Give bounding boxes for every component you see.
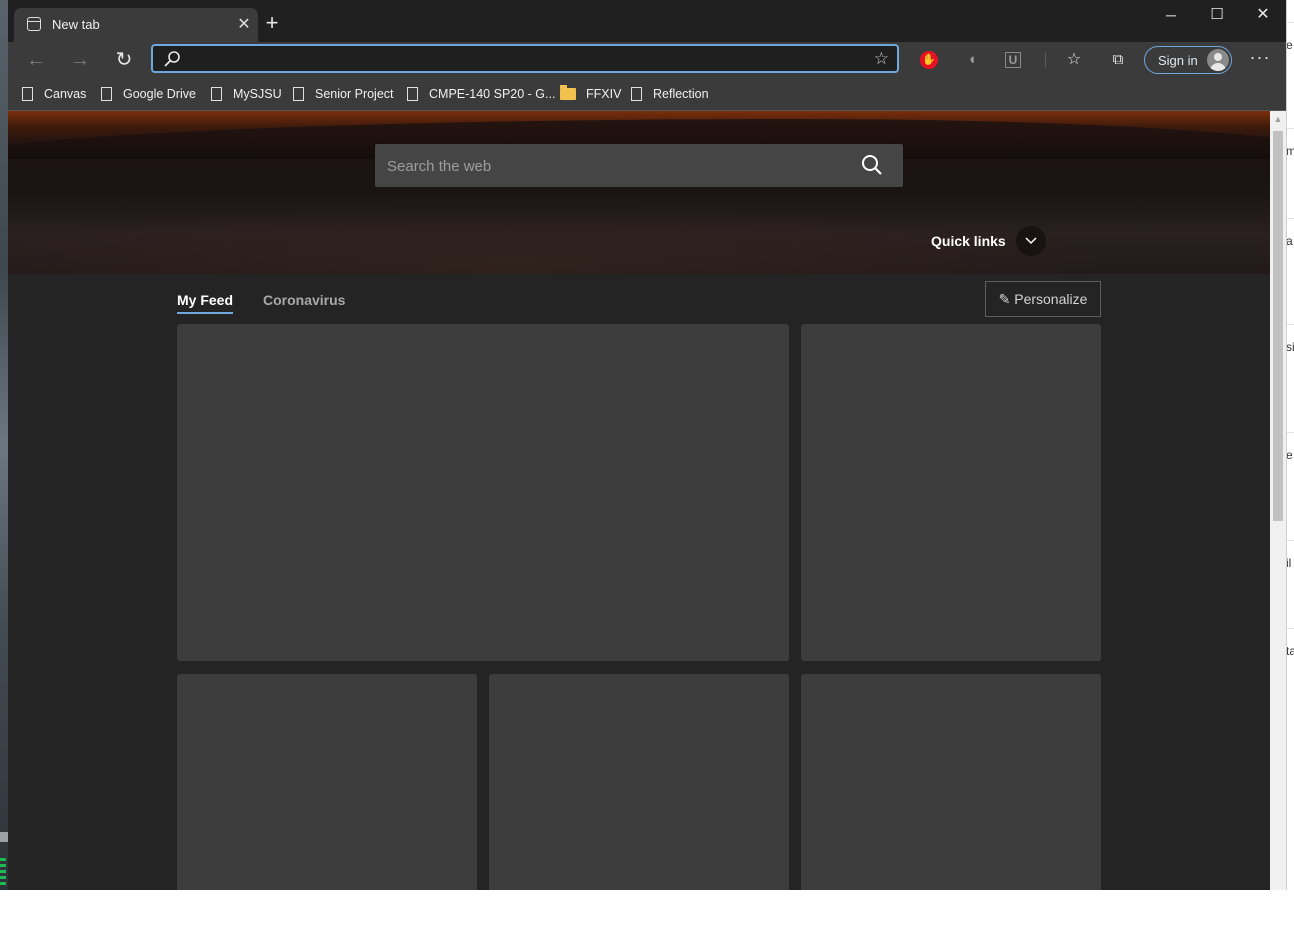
favorite-canvas[interactable]: Canvas [22,85,86,103]
navigation-toolbar: ← → ↻ ☆ ✋ ◖ U ☆ ⧉ Sign in ··· [8,42,1286,78]
background-text-fragment: m [1287,128,1294,173]
tab-coronavirus[interactable]: Coronavirus [263,292,345,308]
favorite-google-drive[interactable]: Google Drive [101,85,196,103]
favorite-cmpe-140[interactable]: CMPE-140 SP20 - G... [407,85,555,103]
favorite-reflection[interactable]: Reflection [631,85,709,103]
quick-links-label[interactable]: Quick links [931,233,1006,249]
ui-extension-icon[interactable]: U [1005,52,1021,68]
forward-button[interactable]: → [64,46,96,74]
minimize-button[interactable]: ─ [1148,0,1194,32]
chevron-down-icon[interactable] [1016,226,1046,256]
background-text-fragment: e [1287,432,1294,477]
search-icon[interactable] [861,154,883,176]
news-card[interactable] [489,674,789,890]
page-icon [631,87,642,101]
back-button[interactable]: ← [20,46,52,74]
search-icon [164,51,180,67]
background-text-fragment: a [1287,218,1294,263]
desktop-taskbar-fragment [0,832,8,842]
background-text-fragment: ta [1287,628,1294,673]
headphones-extension-icon[interactable]: ◖ [961,49,983,71]
toolbar-separator [1045,52,1046,68]
page-scrollbar[interactable]: ▲ [1270,111,1286,890]
news-card[interactable] [801,324,1101,661]
favorite-label: Canvas [44,87,87,101]
tab-new-tab[interactable]: New tab ✕ [14,8,258,42]
add-favorite-star-icon[interactable]: ☆ [874,49,889,69]
web-search-input[interactable] [385,154,839,178]
scroll-up-arrow-icon[interactable]: ▲ [1270,111,1286,128]
news-card[interactable] [177,674,477,890]
personalize-button[interactable]: ✎ Personalize [985,281,1101,317]
title-bar: New tab ✕ + ─ ☐ ✕ [8,0,1286,42]
web-search-box[interactable] [375,144,903,187]
scrollbar-thumb[interactable] [1273,131,1283,521]
close-tab-icon[interactable]: ✕ [234,15,254,35]
refresh-button[interactable]: ↻ [108,46,140,74]
sign-in-label: Sign in [1158,53,1198,68]
favorites-icon[interactable]: ☆ [1063,49,1085,71]
new-tab-page: Quick links My Feed Coronavirus ✎ Person… [8,111,1270,890]
personalize-label: Personalize [1014,291,1088,307]
background-text-fragment: il [1287,540,1294,585]
page-icon [22,87,33,101]
background-text-fragment: e [1287,22,1294,67]
settings-more-button[interactable]: ··· [1246,46,1274,74]
edge-browser-window: New tab ✕ + ─ ☐ ✕ ← → ↻ ☆ ✋ ◖ U ☆ ⧉ Sign… [8,0,1286,890]
adblock-extension-icon[interactable]: ✋ [920,51,938,69]
folder-icon [560,85,576,100]
pencil-icon: ✎ [998,291,1011,307]
new-tab-page-icon [27,17,41,31]
page-icon [101,87,112,101]
favorite-label: Senior Project [315,87,394,101]
tab-title: New tab [52,17,100,32]
favorite-label: MySJSU [233,87,282,101]
avatar-icon [1207,49,1229,71]
news-card[interactable] [177,324,789,661]
maximize-button[interactable]: ☐ [1194,0,1240,32]
desktop-background-left [0,0,8,890]
page-icon [211,87,222,101]
news-card[interactable] [801,674,1101,890]
favorite-label: FFXIV [586,87,622,101]
close-window-button[interactable]: ✕ [1240,0,1286,32]
new-tab-button[interactable]: + [260,12,284,36]
background-window[interactable]: e m a si e il ta [1286,0,1294,890]
favorite-mysjsu[interactable]: MySJSU [211,85,282,103]
sign-in-button[interactable]: Sign in [1144,46,1232,74]
address-input[interactable] [187,48,851,71]
background-image [8,111,1270,274]
background-text-fragment: si [1287,324,1294,369]
favorite-label: Google Drive [123,87,196,101]
page-icon [407,87,418,101]
address-bar[interactable]: ☆ [151,44,899,73]
favorites-bar: Canvas Google Drive MySJSU Senior Projec… [8,78,1286,111]
collections-icon[interactable]: ⧉ [1107,49,1129,71]
tab-my-feed[interactable]: My Feed [177,292,234,314]
favorite-label: CMPE-140 SP20 - G... [429,87,556,101]
page-icon [293,87,304,101]
favorite-senior-project[interactable]: Senior Project [293,85,394,103]
spotify-icon[interactable] [0,858,6,886]
favorite-folder-ffxiv[interactable]: FFXIV [560,85,621,103]
favorite-label: Reflection [653,87,709,101]
